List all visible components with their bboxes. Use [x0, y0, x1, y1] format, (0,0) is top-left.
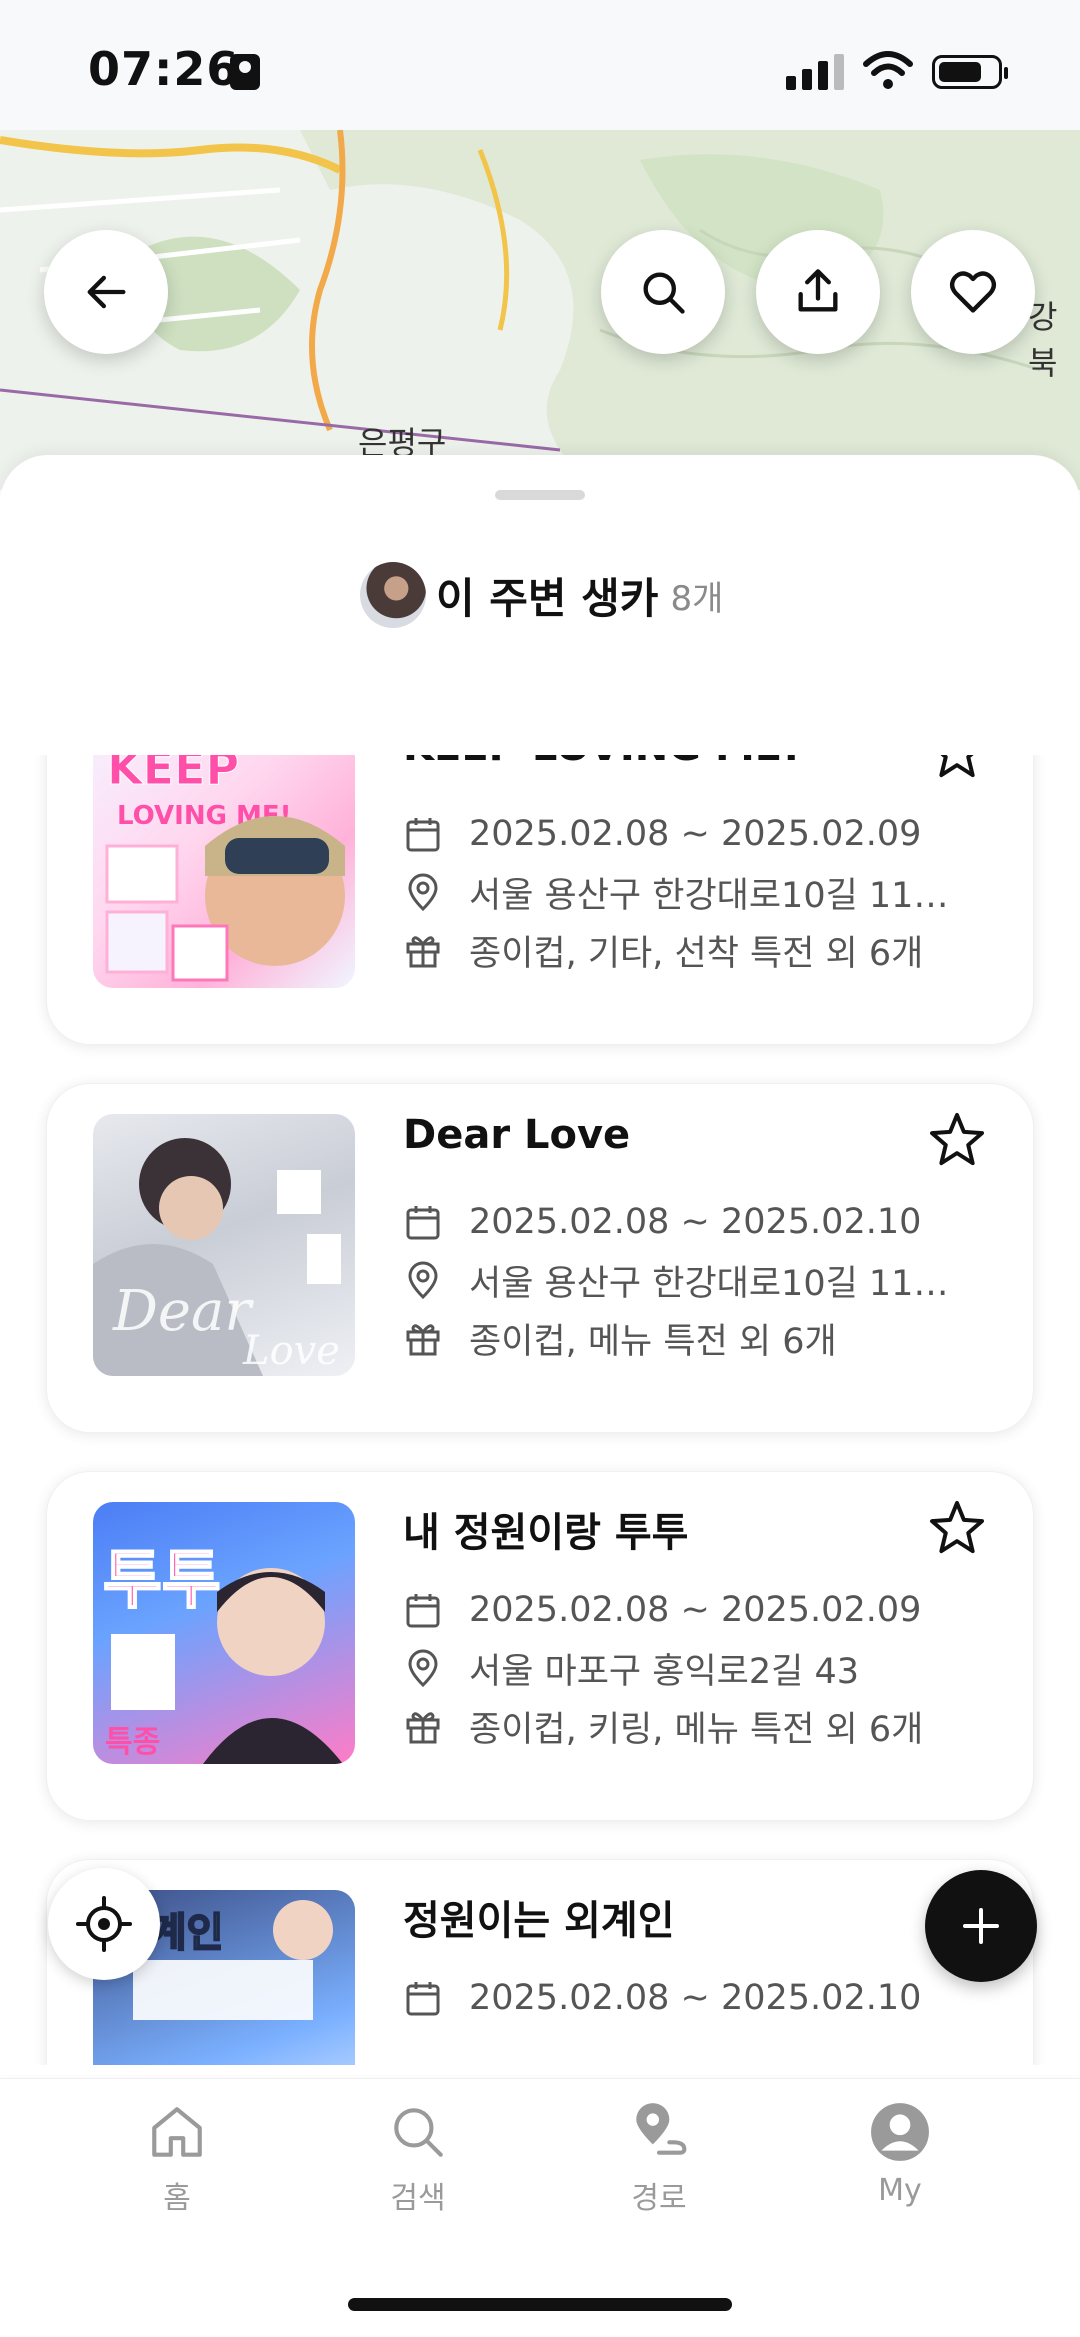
- cafe-card-title: 내 정원이랑 투투: [403, 1510, 689, 1556]
- star-icon[interactable]: [927, 1110, 987, 1170]
- cafe-card-thumbnail: 투투 특종: [93, 1502, 355, 1764]
- cafe-card[interactable]: Dear Love Dear Love 2025.02.08 ~ 2025.02…: [46, 1083, 1034, 1433]
- cafe-card-date: 2025.02.08 ~ 2025.02.10: [469, 1202, 922, 1242]
- star-icon[interactable]: [927, 1498, 987, 1558]
- add-button[interactable]: [925, 1870, 1037, 1982]
- nav-label-route: 경로: [631, 2181, 687, 2216]
- search-icon: [394, 2108, 443, 2157]
- share-button[interactable]: [756, 230, 880, 354]
- cafe-card-address: 서울 용산구 한강대로10길 11…: [469, 875, 949, 916]
- profile-icon: [871, 2103, 929, 2161]
- nav-label-home: 홈: [163, 2181, 191, 2216]
- cafe-card-gifts: 종이컵, 키링, 메뉴 특전 외 6개: [469, 1709, 924, 1750]
- bottom-sheet: 이 주변 생카 8개 KEEP LOVING ME! KEEP LOVING M…: [0, 455, 1080, 2075]
- gift-icon: [406, 1712, 440, 1744]
- cafe-card-gifts: 종이컵, 기타, 선착 특전 외 6개: [469, 933, 924, 974]
- cafe-card-date: 2025.02.08 ~ 2025.02.09: [469, 814, 922, 854]
- favorite-button[interactable]: [911, 230, 1035, 354]
- cafe-card-thumbnail: Dear Love: [93, 1114, 355, 1376]
- cafe-card-date-row: 2025.02.08 ~ 2025.02.10: [403, 1976, 921, 2020]
- search-icon: [643, 272, 685, 314]
- star-icon[interactable]: [927, 755, 987, 782]
- sheet-header: 이 주변 생카 8개: [360, 560, 723, 630]
- home-indicator: [348, 2298, 732, 2311]
- svg-text:특종: 특종: [105, 1725, 160, 1760]
- cafe-card-title: 정원이는 외계인: [403, 1898, 675, 1944]
- map-label-gangbuk: 강북: [1028, 298, 1058, 382]
- nav-label-search: 검색: [390, 2181, 446, 2216]
- plus-icon: [963, 1908, 999, 1944]
- cafe-card-title: KEEP LOVING ME!: [403, 755, 903, 770]
- svg-text:투투: 투투: [103, 1544, 221, 1618]
- cafe-card-title: Dear Love: [403, 1112, 631, 1158]
- nav-label-my: My: [878, 2173, 922, 2208]
- cafe-card-date: 2025.02.08 ~ 2025.02.10: [469, 1978, 922, 2018]
- location-pin-icon: [408, 1261, 438, 1300]
- cafe-card-thumbnail: KEEP LOVING ME!: [93, 755, 355, 988]
- cafe-card-date-row: 2025.02.08 ~ 2025.02.09: [403, 812, 921, 856]
- sheet-drag-handle[interactable]: [495, 490, 585, 500]
- svg-text:KEEP: KEEP: [107, 755, 239, 795]
- cafe-card[interactable]: 투투 특종 내 정원이랑 투투 2025.02.08 ~ 2025.02.09: [46, 1471, 1034, 1821]
- svg-text:Dear: Dear: [112, 1279, 254, 1344]
- cafe-card-address: 서울 마포구 홍익로2길 43: [469, 1651, 859, 1692]
- nav-item-home[interactable]: 홈: [87, 2089, 267, 2239]
- nav-item-search[interactable]: 검색: [328, 2089, 508, 2239]
- cafe-card-gifts: 종이컵, 메뉴 특전 외 6개: [469, 1321, 837, 1362]
- svg-text:Love: Love: [242, 1328, 340, 1374]
- cafe-list[interactable]: KEEP LOVING ME! KEEP LOVING ME!: [0, 755, 1080, 2065]
- cafe-card-date-row: 2025.02.08 ~ 2025.02.09: [403, 1588, 921, 1632]
- cellular-signal-icon: [786, 54, 844, 90]
- sheet-title: 이 주변 생카: [436, 573, 659, 623]
- battery-icon: [932, 55, 1008, 89]
- current-location-button[interactable]: [48, 1868, 160, 1980]
- cafe-card-gifts-row: 종이컵, 기타, 선착 특전 외 6개: [403, 928, 923, 974]
- status-bar: 07:26: [0, 0, 1080, 130]
- cafe-card-address-row: 서울 용산구 한강대로10길 11…: [403, 870, 948, 916]
- cafe-card-gifts-row: 종이컵, 메뉴 특전 외 6개: [403, 1316, 837, 1362]
- gift-icon: [406, 1324, 440, 1356]
- location-pin-icon: [408, 873, 438, 912]
- cafe-card[interactable]: KEEP LOVING ME! KEEP LOVING ME!: [46, 755, 1034, 1045]
- home-icon: [152, 2107, 202, 2157]
- crosshair-icon: [76, 1896, 132, 1952]
- cafe-card-address-row: 서울 마포구 홍익로2길 43: [403, 1646, 859, 1692]
- sheet-count: 8개: [670, 578, 724, 619]
- calendar-icon: [406, 818, 440, 852]
- cafe-card-address: 서울 용산구 한강대로10길 11…: [469, 1263, 949, 1304]
- route-pin-icon: [636, 2103, 687, 2155]
- share-icon: [798, 269, 838, 312]
- cafe-card-date: 2025.02.08 ~ 2025.02.09: [469, 1590, 922, 1630]
- back-button[interactable]: [44, 230, 168, 354]
- location-pin-icon: [408, 1649, 438, 1688]
- avatar: [360, 562, 426, 628]
- person-badge-icon: [230, 54, 260, 90]
- cafe-card[interactable]: 외계인 정원이는 외계인 2025.02.08 ~ 2025.02.10: [46, 1859, 1034, 2065]
- wifi-icon: [863, 51, 913, 89]
- calendar-icon: [406, 1206, 440, 1240]
- heart-icon: [949, 271, 997, 313]
- gift-icon: [406, 936, 440, 968]
- nav-item-my[interactable]: My: [810, 2089, 990, 2239]
- back-arrow-icon: [87, 275, 126, 309]
- calendar-icon: [406, 1982, 440, 2016]
- cafe-card-address-row: 서울 용산구 한강대로10길 11…: [403, 1258, 948, 1304]
- status-time: 07:26: [88, 42, 240, 96]
- nav-item-route[interactable]: 경로: [569, 2089, 749, 2239]
- search-button[interactable]: [601, 230, 725, 354]
- calendar-icon: [406, 1594, 440, 1628]
- cafe-card-gifts-row: 종이컵, 키링, 메뉴 특전 외 6개: [403, 1704, 923, 1750]
- cafe-card-date-row: 2025.02.08 ~ 2025.02.10: [403, 1200, 921, 1244]
